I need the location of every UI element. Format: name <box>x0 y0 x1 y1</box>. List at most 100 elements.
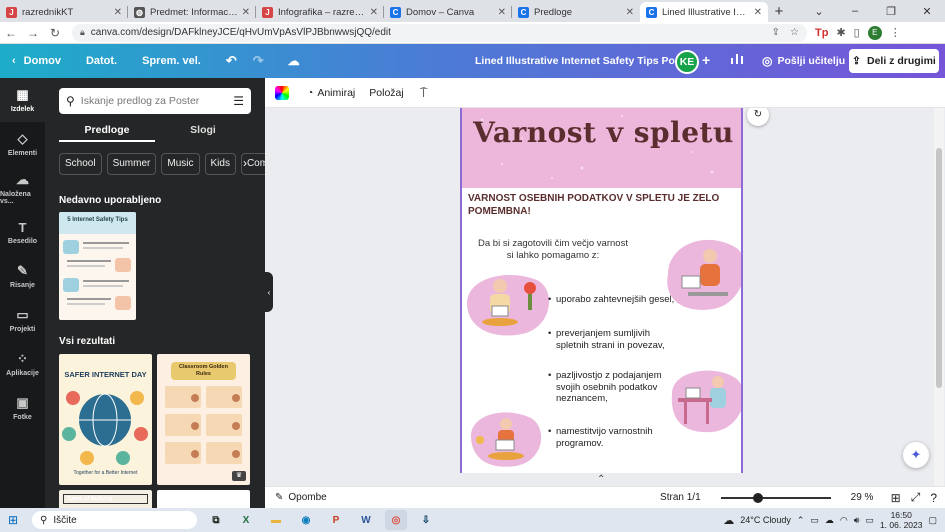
extension-puzzle-icon[interactable]: ✱ <box>836 26 845 39</box>
collapse-panel-handle[interactable]: ‹ <box>265 272 273 312</box>
user-avatar[interactable]: KE <box>675 50 699 74</box>
template-types-of-bullying[interactable]: Types of Bullying <box>59 490 152 508</box>
recent-template-thumb[interactable]: 5 Internet Safety Tips <box>59 212 136 320</box>
zoom-value[interactable]: 29 % <box>851 492 881 503</box>
category-chip[interactable]: School <box>59 153 102 175</box>
resize-button[interactable]: Sprem. vel. <box>142 55 201 67</box>
rail-item[interactable]: ▣ Fotke <box>0 386 45 430</box>
minimize-icon[interactable]: – <box>837 5 873 17</box>
battery-icon[interactable]: ▭ <box>865 515 874 526</box>
animate-button[interactable]: ◔ Animiraj <box>307 87 355 99</box>
page-indicator[interactable]: Stran 1/1 <box>660 492 701 503</box>
browser-tab[interactable]: J Infografika – razrednikKT✕ <box>256 2 384 22</box>
speaker-icon[interactable]: 🔊︎ <box>854 515 860 526</box>
poster-intro[interactable]: Da bi si zagotovili čim večjo varnost si… <box>478 238 628 262</box>
excel-icon[interactable]: X <box>235 510 257 530</box>
scrollbar-thumb[interactable] <box>936 148 942 388</box>
weather-icon[interactable]: ☁ <box>723 514 734 527</box>
tab-styles[interactable]: Slogi <box>155 120 251 142</box>
reload-icon[interactable]: ↻ <box>44 26 66 40</box>
poster-heading[interactable]: VARNOST OSEBNIH PODATKOV V SPLETU JE ZEL… <box>468 192 741 218</box>
tray-chevron-icon[interactable]: ⌃ <box>797 515 805 526</box>
category-chip[interactable]: Kids <box>204 153 236 175</box>
poster-page[interactable]: Varnost v spletu VARNOST OSEBNIH PODATKO… <box>460 108 743 473</box>
word-icon[interactable]: W <box>355 510 377 530</box>
rail-item[interactable]: ⁘ Aplikacije <box>0 342 45 386</box>
browser-tab[interactable]: C Predloge ✕ <box>512 2 640 22</box>
close-window-icon[interactable]: ✕ <box>909 5 945 18</box>
category-chip[interactable]: Summer <box>106 153 157 175</box>
close-tab-icon[interactable]: ✕ <box>370 7 378 18</box>
cloud-sync-icon[interactable]: ☁ <box>825 515 834 526</box>
chrome-icon[interactable]: ◎ <box>385 510 407 530</box>
cloud-save-icon[interactable]: ☁ <box>288 54 300 68</box>
canvas-scrollbar[interactable] <box>934 108 944 486</box>
category-chip[interactable]: Music <box>161 153 200 175</box>
filter-icon[interactable]: ☰ <box>233 94 244 108</box>
poster-title[interactable]: Varnost v spletu <box>462 116 741 149</box>
rail-item[interactable]: ◇ Elementi <box>0 122 45 166</box>
template-safer-internet-day[interactable]: SAFER INTERNET DAY Together for a Better… <box>59 354 152 485</box>
browser-tab[interactable]: C Lined Illustrative Internet S✕ <box>640 2 768 22</box>
weather-text[interactable]: 24°C Cloudy <box>740 515 791 525</box>
new-tab-button[interactable]: + <box>768 2 790 22</box>
add-collaborator-icon[interactable]: + <box>702 52 710 68</box>
rail-item[interactable]: ▭ Projekti <box>0 298 45 342</box>
tray-app-icon[interactable]: ▭ <box>810 515 819 526</box>
clock[interactable]: 16:50 1. 06. 2023 <box>880 510 923 530</box>
canvas-comment-icon[interactable]: ↻ <box>747 108 769 126</box>
file-explorer-icon[interactable]: ▬ <box>265 510 287 530</box>
close-tab-icon[interactable]: ✕ <box>242 7 250 18</box>
grid-view-icon[interactable]: ⊞ <box>891 491 901 505</box>
home-button[interactable]: ‹ Domov <box>12 55 61 67</box>
poster-bullet[interactable]: uporabo zahtevnejših gesel, <box>548 294 676 306</box>
template-classroom-rules[interactable]: Classroom Golden Rules ♛ <box>157 354 250 485</box>
rail-item[interactable]: ▦ Izdelek <box>0 78 45 122</box>
rail-item[interactable]: ☁ Naložena vs... <box>0 166 45 210</box>
task-view-icon[interactable]: ⧉ <box>205 510 227 530</box>
notifications-icon[interactable]: ▢ <box>928 515 937 526</box>
browser-tab[interactable]: C Domov – Canva ✕ <box>384 2 512 22</box>
tab-templates[interactable]: Predloge <box>59 120 155 142</box>
close-tab-icon[interactable]: ✕ <box>498 7 506 18</box>
sidebar-icon[interactable]: ▯ <box>854 26 860 39</box>
maximize-icon[interactable]: ❐ <box>873 5 909 18</box>
share-page-icon[interactable]: ⇪ <box>772 27 780 38</box>
share-button[interactable]: ⇪ Deli z drugimi <box>849 49 939 73</box>
close-tab-icon[interactable]: ✕ <box>754 7 762 18</box>
bookmark-star-icon[interactable]: ☆ <box>790 27 799 38</box>
back-icon[interactable]: ← <box>0 26 22 40</box>
browser-menu-icon[interactable]: ⋮ <box>890 26 901 39</box>
paint-roller-icon[interactable]: ⍑ <box>420 85 428 101</box>
zoom-slider-knob[interactable] <box>752 492 763 503</box>
color-picker-button[interactable] <box>275 85 289 100</box>
fullscreen-icon[interactable]: ⤢ <box>911 490 921 505</box>
powerpoint-icon[interactable]: P <box>325 510 347 530</box>
url-field[interactable]: 🔒︎ canva.com/design/DAFklneyJCE/qHvUmVpA… <box>72 23 807 42</box>
windows-start-icon[interactable]: ⊞ <box>8 513 18 527</box>
help-icon[interactable]: ? <box>930 491 937 505</box>
undo-icon[interactable]: ↶ <box>226 53 237 69</box>
insights-icon[interactable] <box>730 52 744 67</box>
template-search-input[interactable]: ⚲ Iskanje predlog za Poster ☰ <box>59 88 251 114</box>
wifi-icon[interactable]: ◠ <box>840 515 848 526</box>
magic-assistant-button[interactable]: ✦ <box>903 442 929 468</box>
tab-search-icon[interactable]: ⌄ <box>801 5 837 18</box>
browser-tab[interactable]: ◍ Predmet: Informacijsko-kom✕ <box>128 2 256 22</box>
extension-red-icon[interactable]: Tp <box>815 27 828 39</box>
notes-button[interactable]: ✎ Opombe <box>275 492 327 503</box>
rail-item[interactable]: ✎ Risanje <box>0 254 45 298</box>
send-to-teacher-button[interactable]: ◎ Pošlji učitelju <box>756 50 851 72</box>
taskbar-search[interactable]: ⚲ Iščite <box>32 511 197 529</box>
expand-up-icon[interactable]: ⌃ <box>597 474 605 485</box>
file-menu-button[interactable]: Datot. <box>86 55 117 67</box>
document-title[interactable]: Lined Illustrative Internet Safety Tips … <box>475 44 694 78</box>
chips-next-icon[interactable]: › <box>243 156 247 170</box>
redo-icon[interactable]: ↷ <box>253 53 264 69</box>
poster-bullet[interactable]: namestitvijo varnostnih programov. <box>548 426 676 449</box>
profile-avatar[interactable]: E <box>867 25 882 40</box>
poster-bullet[interactable]: pazljivostjo z podajanjem svojih osebnih… <box>548 370 676 405</box>
edge-icon[interactable]: ◉ <box>295 510 317 530</box>
template-partial[interactable] <box>157 490 250 508</box>
poster-bullet[interactable]: preverjanjem sumljivih spletnih strani i… <box>548 328 676 351</box>
